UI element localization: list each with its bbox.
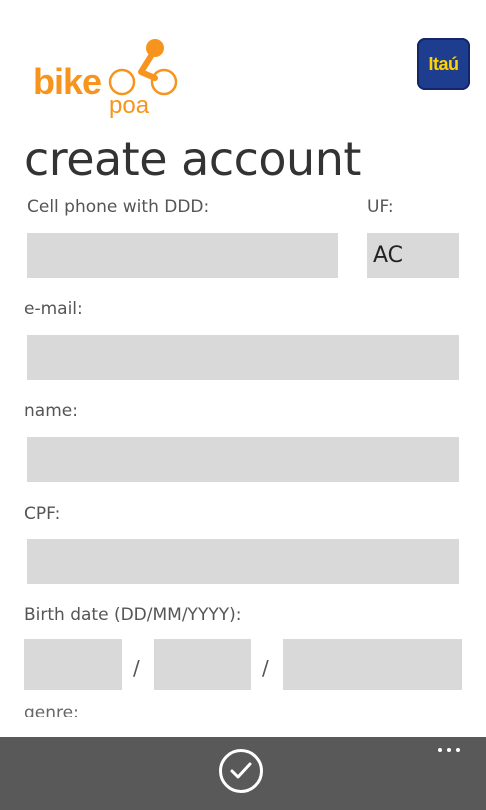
cell-phone-label: Cell phone with DDD: [27,197,210,217]
birth-month-input[interactable] [154,639,251,690]
logo-text-bike: bike [33,61,102,102]
logo-text-poa: poa [109,92,150,119]
uf-select[interactable]: AC [367,233,459,278]
email-input[interactable] [27,335,459,380]
date-separator: / [133,656,140,680]
cyclist-icon [108,39,178,96]
confirm-button[interactable] [219,749,263,793]
itau-logo: Itaú [417,38,470,90]
bikepoa-logo: bike poa [33,38,183,122]
gender-label: genre: [24,705,79,717]
name-input[interactable] [27,437,459,482]
birth-day-input[interactable] [24,639,122,690]
email-label: e-mail: [24,299,83,319]
name-label: name: [24,401,78,421]
uf-label: UF: [367,197,394,217]
itau-logo-text: Itaú [428,53,459,74]
more-dots-icon [438,748,442,752]
more-dots-icon [456,748,460,752]
cell-phone-input[interactable] [27,233,338,278]
check-icon [230,762,252,779]
more-dots-icon [447,748,451,752]
date-separator: / [262,656,269,680]
page-title: create account [24,132,361,186]
cpf-label: CPF: [24,504,61,524]
birth-date-label: Birth date (DD/MM/YYYY): [24,605,242,625]
more-options-button[interactable] [434,743,464,757]
uf-select-value: AC [373,243,404,268]
cpf-input[interactable] [27,539,459,584]
birth-year-input[interactable] [283,639,462,690]
